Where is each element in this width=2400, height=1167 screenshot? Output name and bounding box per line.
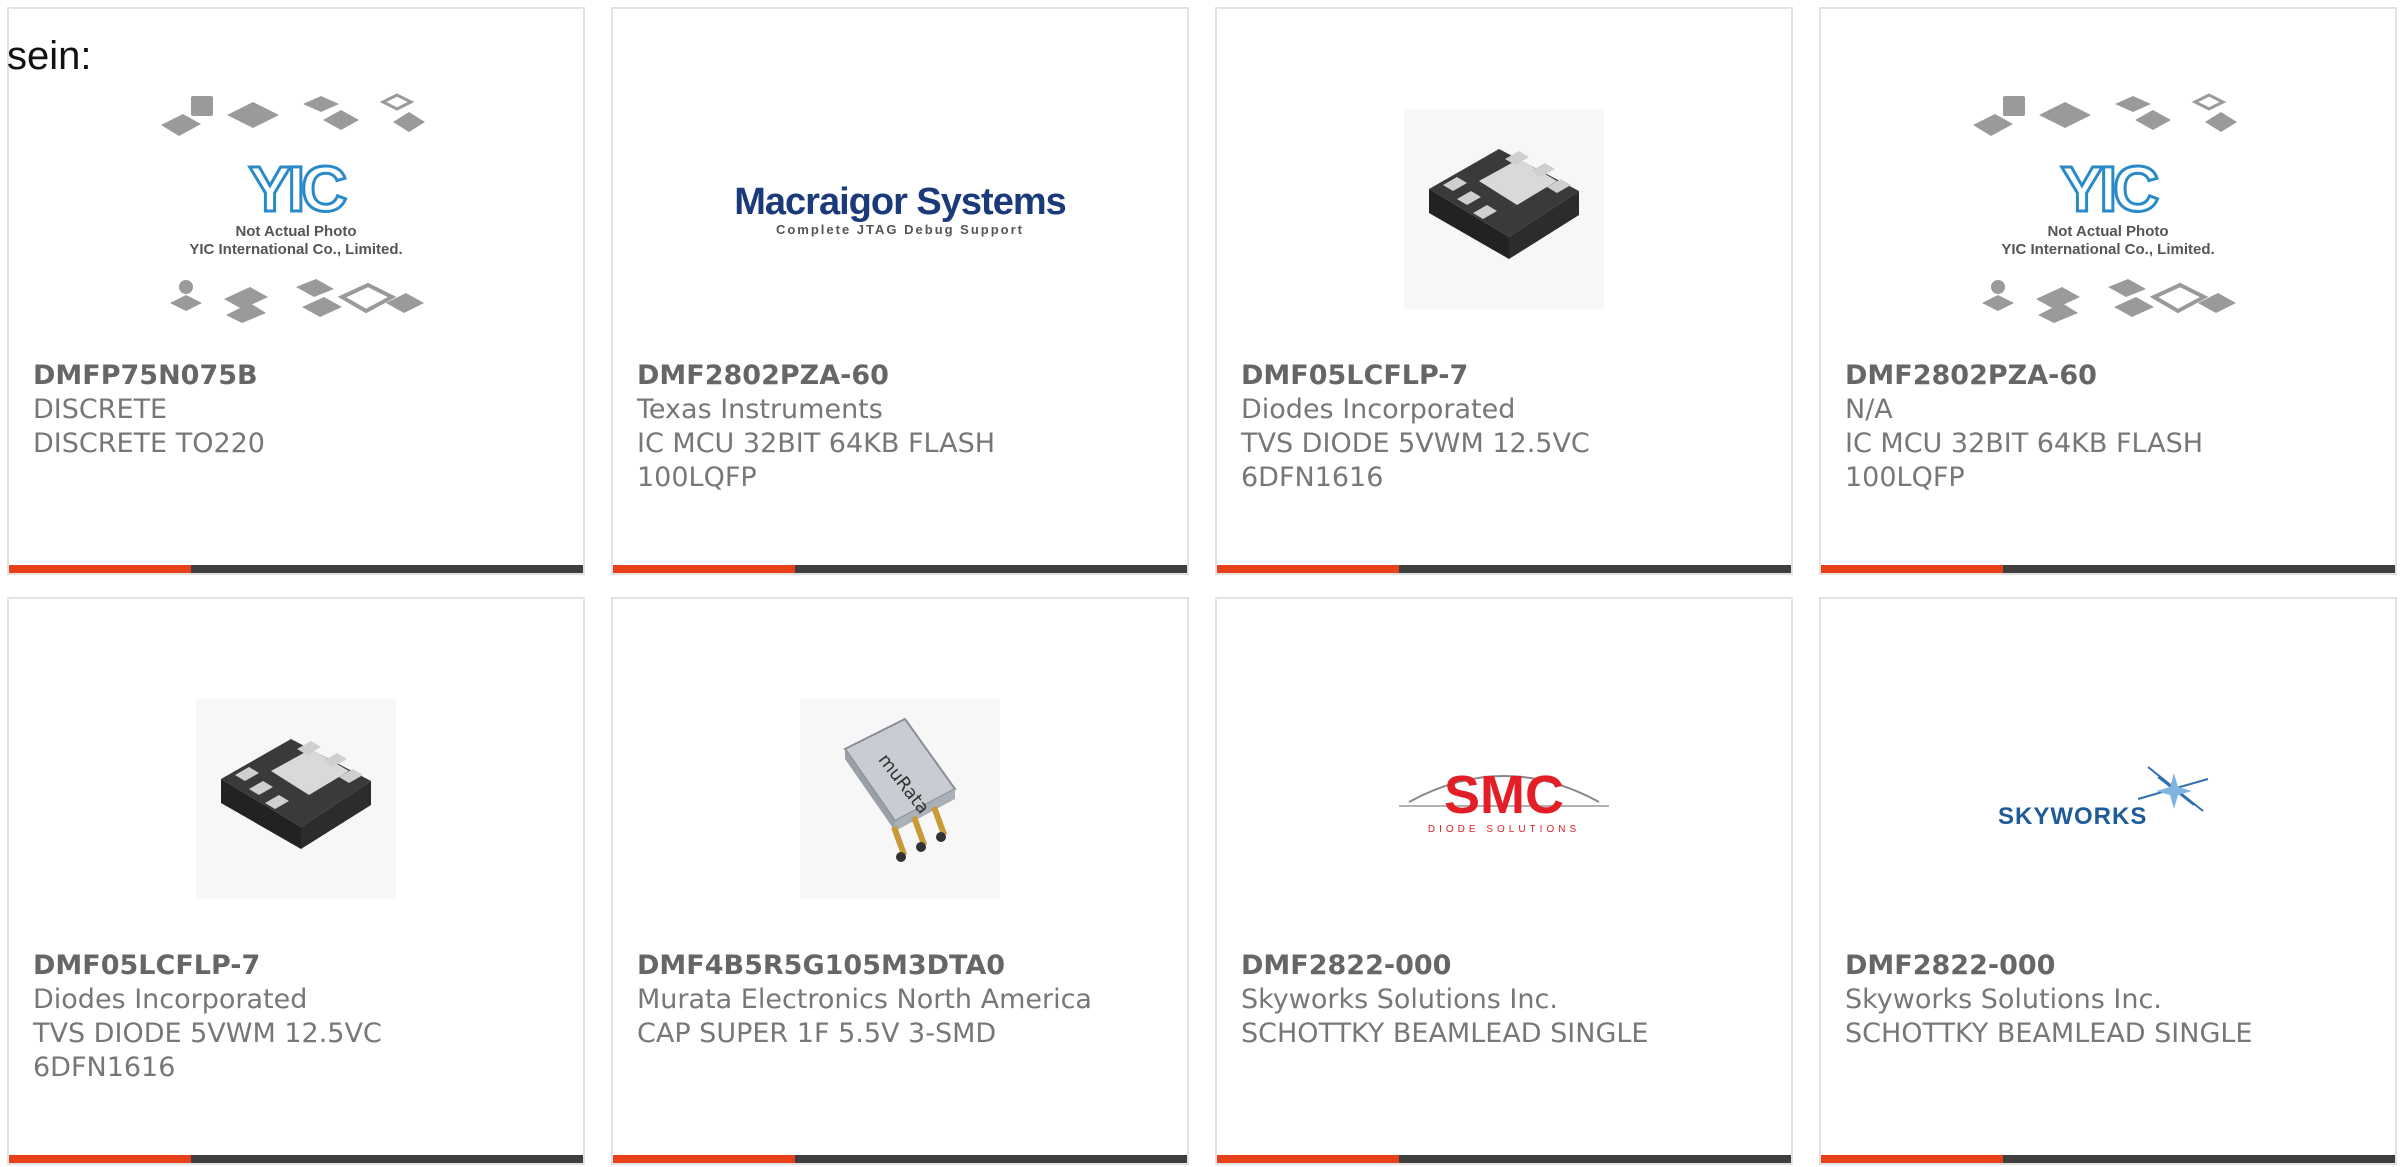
lead-text: sein: [7,34,92,78]
product-image [1217,79,1791,339]
smc-logo-tagline: DIODE SOLUTIONS [1427,824,1581,835]
card-footer-bar [1821,1155,2395,1163]
manufacturer: DISCRETE [33,394,168,425]
card-footer-bar [1217,1155,1791,1163]
yic-logo: YIC [247,153,349,225]
card-accent-bar [9,565,191,573]
part-number[interactable]: DMFP75N075B [33,359,571,393]
card-footer-bar [613,565,1187,573]
manufacturer: N/A [1845,394,1893,425]
part-number[interactable]: DMF2802PZA-60 [1845,359,2383,393]
product-card[interactable]: Macraigor Systems Complete JTAG Debug Su… [611,7,1189,575]
dfn-chip-photo [196,699,396,899]
description-line-2: 6DFN1616 [1241,462,1384,493]
description-line-1: SCHOTTKY BEAMLEAD SINGLE [1845,1018,2253,1049]
placeholder-caption-1: Not Actual Photo [235,223,357,240]
description-line-1: TVS DIODE 5VWM 12.5VC [1241,428,1590,459]
manufacturer: Skyworks Solutions Inc. [1241,984,1558,1015]
product-card[interactable]: muRata DMF4B5R5G105M3DTA0 Murata Electro… [611,597,1189,1165]
macraigor-logo: Macraigor Systems Complete JTAG Debug Su… [734,182,1066,237]
product-image: muRata [613,669,1187,929]
smc-logo: SMC DIODE SOLUTIONS [1399,754,1609,844]
placeholder-caption-1: Not Actual Photo [2047,223,2169,240]
manufacturer: Texas Instruments [637,394,883,425]
smc-logo-name: SMC [1444,765,1564,825]
yic-logo: YIC [2059,153,2161,225]
product-card[interactable]: SKYWORKS DMF2822-000 Skyworks Solutions … [1819,597,2397,1165]
supercap-photo: muRata [800,699,1000,899]
description-line-1: CAP SUPER 1F 5.5V 3-SMD [637,1018,997,1049]
card-accent-bar [613,1155,795,1163]
product-card[interactable]: DMF05LCFLP-7 Diodes Incorporated TVS DIO… [7,597,585,1165]
card-accent-bar [1217,1155,1399,1163]
card-accent-bar [613,565,795,573]
description-line-2: 100LQFP [637,462,757,493]
description-line-1: IC MCU 32BIT 64KB FLASH [637,428,996,459]
manufacturer: Skyworks Solutions Inc. [1845,984,2162,1015]
placeholder-caption-2: YIC International Co., Limited. [2001,241,2215,258]
description-line-1: SCHOTTKY BEAMLEAD SINGLE [1241,1018,1649,1049]
description-line-2: 6DFN1616 [33,1052,176,1083]
skyworks-logo-name: SKYWORKS [1998,803,2148,830]
card-accent-bar [1821,1155,2003,1163]
description-line-2: 100LQFP [1845,462,1965,493]
part-number[interactable]: DMF4B5R5G105M3DTA0 [637,949,1175,983]
part-number[interactable]: DMF05LCFLP-7 [33,949,571,983]
product-card[interactable]: DMF05LCFLP-7 Diodes Incorporated TVS DIO… [1215,7,1793,575]
product-card[interactable]: SMC DIODE SOLUTIONS DMF2822-000 Skyworks… [1215,597,1793,1165]
skyworks-logo: SKYWORKS [1998,759,2218,839]
description-line-1: IC MCU 32BIT 64KB FLASH [1845,428,2204,459]
card-footer-bar [613,1155,1187,1163]
macraigor-logo-name: Macraigor Systems [734,180,1066,223]
product-image: YIC Not Actual Photo YIC International C… [9,79,583,339]
product-image: SMC DIODE SOLUTIONS [1217,669,1791,929]
card-footer-bar [1821,565,2395,573]
card-accent-bar [1821,565,2003,573]
product-image: YIC Not Actual Photo YIC International C… [1821,79,2395,339]
manufacturer: Murata Electronics North America [637,984,1092,1015]
placeholder-image: YIC Not Actual Photo YIC International C… [1973,90,2243,328]
description-line-1: DISCRETE TO220 [33,428,265,459]
part-number[interactable]: DMF05LCFLP-7 [1241,359,1779,393]
dfn-chip-photo [1404,109,1604,309]
manufacturer: Diodes Incorporated [33,984,308,1015]
card-accent-bar [9,1155,191,1163]
manufacturer: Diodes Incorporated [1241,394,1516,425]
product-image [9,669,583,929]
macraigor-logo-tagline: Complete JTAG Debug Support [775,221,1025,237]
part-number[interactable]: DMF2822-000 [1241,949,1779,983]
card-footer-bar [9,1155,583,1163]
product-card[interactable]: YIC Not Actual Photo YIC International C… [1819,7,2397,575]
card-footer-bar [9,565,583,573]
placeholder-caption-2: YIC International Co., Limited. [189,241,403,258]
card-accent-bar [1217,565,1399,573]
part-number[interactable]: DMF2802PZA-60 [637,359,1175,393]
product-image: Macraigor Systems Complete JTAG Debug Su… [613,79,1187,339]
product-image: SKYWORKS [1821,669,2395,929]
description-line-1: TVS DIODE 5VWM 12.5VC [33,1018,382,1049]
placeholder-image: YIC Not Actual Photo YIC International C… [161,90,431,328]
card-footer-bar [1217,565,1791,573]
part-number[interactable]: DMF2822-000 [1845,949,2383,983]
product-card[interactable]: YIC Not Actual Photo YIC International C… [7,7,585,575]
